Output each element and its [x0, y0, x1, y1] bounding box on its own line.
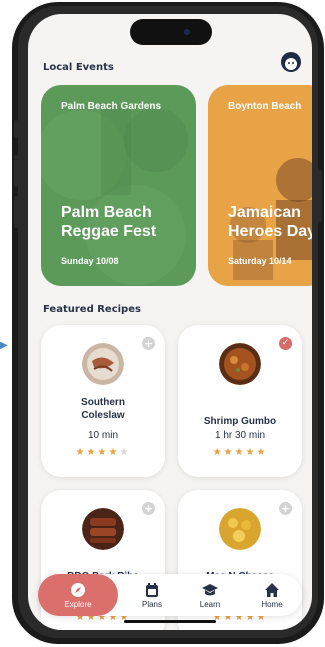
- recipe-time: 10 min: [87, 430, 118, 441]
- nav-plans-label: Plans: [141, 600, 162, 609]
- star-icon: ★: [234, 447, 246, 458]
- recipe-card-southern-coleslaw[interactable]: + Southern Coleslaw 10 min ★★★★★: [41, 325, 165, 477]
- recipe-card-shrimp-gumbo[interactable]: ✓ Shrimp Gumbo 1 hr 30 min ★★★★★: [178, 325, 302, 477]
- local-events-heading: Local Events: [43, 62, 114, 73]
- nav-learn[interactable]: Learn: [190, 574, 230, 616]
- nav-plans[interactable]: Plans: [132, 574, 172, 616]
- home-indicator: [124, 620, 216, 623]
- recipe-image: [82, 508, 124, 550]
- featured-recipes-heading: Featured Recipes: [43, 304, 141, 315]
- nav-explore[interactable]: Explore: [38, 574, 118, 616]
- check-icon[interactable]: ✓: [279, 337, 292, 350]
- star-icon: ★: [119, 447, 131, 458]
- avatar-icon[interactable]: [281, 52, 301, 72]
- graduation-cap-icon: [202, 584, 218, 596]
- star-icon: ★: [108, 447, 120, 458]
- star-icon: ★: [245, 447, 257, 458]
- bottom-navigation: Explore Plans Learn Home: [38, 574, 302, 616]
- side-pointer-arrow: ▶: [0, 340, 8, 351]
- star-icon: ★: [223, 447, 235, 458]
- recipe-image: [82, 343, 124, 385]
- silent-switch: [14, 120, 18, 138]
- app-screen: Local Events Palm Beach Gardens Palm Bea…: [28, 14, 312, 630]
- event-title: Palm Beach Reggae Fest: [61, 204, 157, 240]
- recipe-name: Shrimp Gumbo: [203, 416, 277, 427]
- recipe-image: [219, 508, 261, 550]
- home-icon: [265, 583, 279, 597]
- star-rating: ★★★★★: [178, 447, 302, 458]
- nav-home-label: Home: [261, 600, 283, 609]
- nav-explore-label: Explore: [64, 600, 92, 609]
- event-card-heroes-day[interactable]: Boynton Beach Jamaican Heroes Day Saturd…: [208, 85, 312, 286]
- recipe-image: [219, 343, 261, 385]
- plus-icon[interactable]: +: [279, 502, 292, 515]
- star-icon: ★: [75, 447, 87, 458]
- event-date: Saturday 10/14: [228, 256, 292, 266]
- star-icon: ★: [256, 447, 268, 458]
- event-date: Sunday 10/08: [61, 256, 119, 266]
- star-icon: ★: [97, 447, 109, 458]
- star-rating: ★★★★★: [41, 447, 165, 458]
- nav-learn-label: Learn: [199, 600, 221, 609]
- calendar-icon: [146, 583, 158, 597]
- recipe-name: Southern Coleslaw: [81, 397, 125, 421]
- nav-home[interactable]: Home: [252, 574, 292, 616]
- plus-icon[interactable]: +: [142, 502, 155, 515]
- event-location: Palm Beach Gardens: [61, 101, 162, 112]
- compass-icon: [71, 583, 85, 597]
- plus-icon[interactable]: +: [142, 337, 155, 350]
- star-icon: ★: [86, 447, 98, 458]
- event-location: Boynton Beach: [228, 101, 302, 112]
- volume-down-button: [14, 196, 18, 228]
- event-title: Jamaican Heroes Day: [228, 204, 312, 240]
- event-card-reggae-fest[interactable]: Palm Beach Gardens Palm Beach Reggae Fes…: [41, 85, 196, 286]
- volume-up-button: [14, 155, 18, 187]
- recipe-time: 1 hr 30 min: [214, 430, 266, 441]
- dynamic-island: [130, 19, 212, 45]
- power-button: [318, 170, 322, 222]
- star-icon: ★: [212, 447, 224, 458]
